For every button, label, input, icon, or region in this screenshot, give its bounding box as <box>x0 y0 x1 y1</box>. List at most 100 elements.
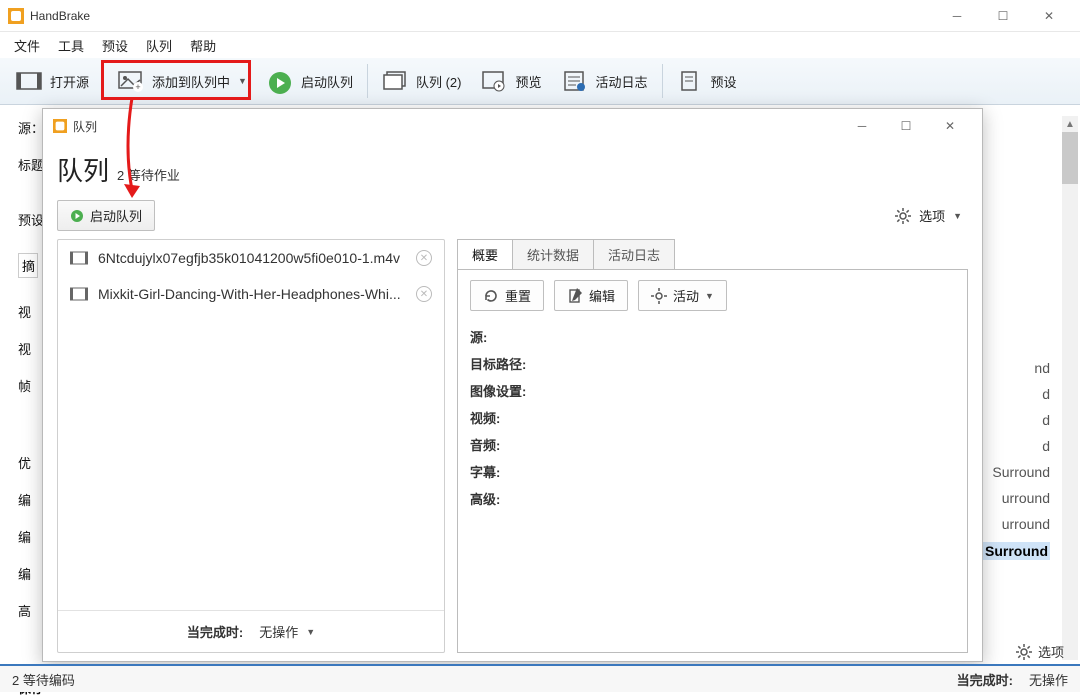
bg-video-label: 视 <box>18 302 44 321</box>
menubar: 文件 工具 预设 队列 帮助 <box>0 32 1080 58</box>
remove-item-button[interactable]: ✕ <box>416 286 432 302</box>
scroll-up-icon[interactable]: ▲ <box>1062 116 1078 132</box>
tab-summary[interactable]: 概要 <box>457 239 513 269</box>
field-adv: 高级: <box>470 489 955 508</box>
dropdown-caret-icon: ▼ <box>238 76 247 86</box>
menu-help[interactable]: 帮助 <box>182 33 224 58</box>
field-dest: 目标路径: <box>470 354 955 373</box>
field-audio: 音频: <box>470 435 955 454</box>
queue-maximize-button[interactable]: ☐ <box>884 112 928 140</box>
queue-list-items: 6Ntcdujylx07egfjb35k01041200w5fi0e010-1.… <box>58 240 444 610</box>
peek-text: d <box>1042 412 1050 428</box>
preview-icon <box>481 70 507 92</box>
menu-tools[interactable]: 工具 <box>50 33 92 58</box>
options-button-bg[interactable]: 选项 <box>1016 642 1064 661</box>
queue-window: 队列 ─ ☐ ✕ 队列 2 等待作业 启动队列 选项 ▼ 6Ntcdujylx0… <box>42 108 983 662</box>
menu-queue[interactable]: 队列 <box>138 33 180 58</box>
status-right: 当完成时: 无操作 <box>957 670 1068 689</box>
gear-icon <box>651 288 667 304</box>
dropdown-caret-icon: ▼ <box>953 211 962 221</box>
scroll-thumb[interactable] <box>1062 132 1078 184</box>
queue-body: 6Ntcdujylx07egfjb35k01041200w5fi0e010-1.… <box>43 239 982 661</box>
preview-button[interactable]: 预览 <box>471 66 551 96</box>
queue-detail: 概要 统计数据 活动日志 重置 编辑 活动 <box>457 239 968 653</box>
minimize-button[interactable]: ─ <box>934 1 980 31</box>
bg-fps-label: 帧 <box>18 376 44 395</box>
peek-text: urround <box>1002 490 1050 506</box>
main-toolbar: 打开源 + 添加到队列中 ▼ 启动队列 队列 (2) 预览 活动日志 预设 <box>0 58 1080 105</box>
play-icon <box>70 209 84 223</box>
field-source: 源: <box>470 327 955 346</box>
refresh-icon <box>483 288 499 304</box>
queue-titlebar: 队列 ─ ☐ ✕ <box>43 109 982 143</box>
peek-text: Surround <box>992 464 1050 480</box>
app-icon <box>8 8 24 24</box>
background-labels: 源： 标题 预设 摘 视 视 帧 优 编 编 编 高 保存 <box>18 118 44 697</box>
document-icon <box>677 70 703 92</box>
queue-heading: 队列 <box>57 151 109 188</box>
gear-icon <box>895 208 911 224</box>
bg-source-label: 源： <box>18 118 44 137</box>
statusbar: 2 等待编码 当完成时: 无操作 <box>0 664 1080 692</box>
reset-button[interactable]: 重置 <box>470 280 544 311</box>
close-button[interactable]: ✕ <box>1026 1 1072 31</box>
film-icon <box>16 70 42 92</box>
presets-label: 预设 <box>711 72 737 91</box>
tab-log[interactable]: 活动日志 <box>593 239 675 269</box>
dropdown-caret-icon: ▼ <box>306 627 315 637</box>
peek-text-selected: Surround <box>983 542 1050 560</box>
play-icon <box>267 70 293 92</box>
queue-count-label: 队列 (2) <box>416 72 462 91</box>
bg-enc-label: 编 <box>18 490 44 509</box>
separator <box>662 64 663 98</box>
bg-preset-label: 预设 <box>18 210 44 229</box>
edit-label: 编辑 <box>589 286 615 305</box>
preview-label: 预览 <box>515 72 541 91</box>
film-icon <box>70 251 88 265</box>
remove-item-button[interactable]: ✕ <box>416 250 432 266</box>
queue-list: 6Ntcdujylx07egfjb35k01041200w5fi0e010-1.… <box>57 239 445 653</box>
detail-tabs: 概要 统计数据 活动日志 <box>457 239 968 269</box>
open-source-button[interactable]: 打开源 <box>6 66 99 96</box>
status-when-done-value: 无操作 <box>1029 670 1068 689</box>
bg-adv-label: 高 <box>18 601 44 620</box>
activity-label: 活动 <box>673 286 699 305</box>
maximize-button[interactable]: ☐ <box>980 1 1026 31</box>
queue-list-footer: 当完成时: 无操作 ▼ <box>58 610 444 652</box>
when-done-value: 无操作 <box>259 622 298 641</box>
reset-label: 重置 <box>505 286 531 305</box>
menu-file[interactable]: 文件 <box>6 33 48 58</box>
queue-start-button[interactable]: 启动队列 <box>57 200 155 231</box>
queue-item[interactable]: Mixkit-Girl-Dancing-With-Her-Headphones-… <box>58 276 444 312</box>
queue-close-button[interactable]: ✕ <box>928 112 972 140</box>
activity-log-button[interactable]: 活动日志 <box>552 66 658 96</box>
add-to-queue-button[interactable]: + 添加到队列中 ▼ <box>108 66 257 96</box>
stack-icon <box>382 70 408 92</box>
window-controls: ─ ☐ ✕ <box>934 1 1072 31</box>
status-when-done-label: 当完成时: <box>957 670 1013 689</box>
presets-button[interactable]: 预设 <box>667 66 747 96</box>
queue-heading-sub: 2 等待作业 <box>117 165 180 188</box>
dropdown-caret-icon: ▼ <box>705 291 714 301</box>
queue-options-button[interactable]: 选项 ▼ <box>889 204 968 227</box>
app-title: HandBrake <box>30 9 934 23</box>
queue-minimize-button[interactable]: ─ <box>840 112 884 140</box>
start-queue-button[interactable]: 启动队列 <box>257 66 363 96</box>
when-done-label: 当完成时: <box>187 622 243 641</box>
bg-title-label: 标题 <box>18 155 44 174</box>
queue-header: 队列 2 等待作业 <box>43 143 982 192</box>
start-queue-label: 启动队列 <box>301 72 353 91</box>
bg-video-label2: 视 <box>18 339 44 358</box>
scrollbar[interactable]: ▲ <box>1062 116 1078 660</box>
when-done-select[interactable]: 无操作 ▼ <box>259 622 315 641</box>
edit-button[interactable]: 编辑 <box>554 280 628 311</box>
tab-stats[interactable]: 统计数据 <box>512 239 594 269</box>
main-titlebar: HandBrake ─ ☐ ✕ <box>0 0 1080 32</box>
menu-presets[interactable]: 预设 <box>94 33 136 58</box>
peek-text: nd <box>1034 360 1050 376</box>
activity-log-label: 活动日志 <box>596 72 648 91</box>
status-pending: 2 等待编码 <box>12 670 75 689</box>
activity-button[interactable]: 活动 ▼ <box>638 280 727 311</box>
queue-button[interactable]: 队列 (2) <box>372 66 472 96</box>
queue-item[interactable]: 6Ntcdujylx07egfjb35k01041200w5fi0e010-1.… <box>58 240 444 276</box>
